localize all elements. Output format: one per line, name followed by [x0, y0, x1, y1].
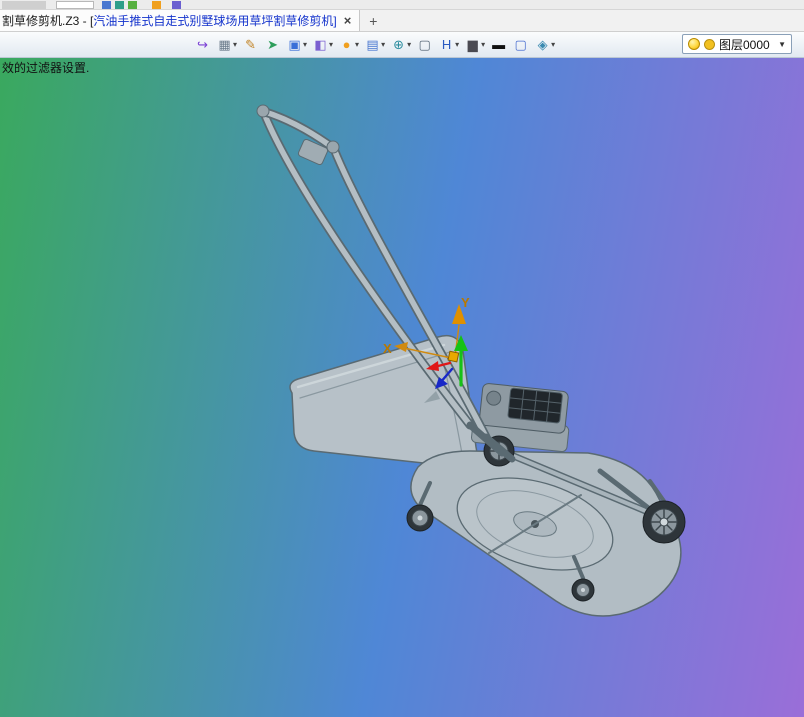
image-capture-icon: ▤	[366, 36, 379, 52]
line-width-icon: ▬	[492, 36, 506, 52]
dropdown-caret-icon[interactable]: ▾	[481, 34, 485, 56]
view-manager-button[interactable]: ▦ ▾	[215, 34, 238, 56]
mower-deck[interactable]	[410, 450, 682, 617]
document-tab[interactable]: 割草修剪机.Z3 - [ 汽油手推式自走式别墅球场用草坪割草修剪机] ×	[0, 10, 361, 31]
view-manager-icon: ▦	[218, 36, 231, 52]
pencil-icon: ✎	[245, 36, 256, 52]
layer-visibility-bulb-icon[interactable]	[688, 38, 700, 50]
triad-origin-handle[interactable]	[447, 350, 460, 363]
window-zoom-button[interactable]: ▢	[415, 34, 434, 56]
dropdown-caret-icon[interactable]: ▾	[303, 34, 307, 56]
status-prompt-text: 效的过滤器设置.	[2, 61, 90, 75]
display-mode-icon: ▆	[467, 36, 478, 52]
text-height-icon: H	[441, 36, 452, 52]
cropped-icon-fragment	[115, 1, 124, 9]
exit-view-button[interactable]: ↪	[193, 34, 212, 56]
cropped-ribbon-row	[0, 0, 804, 10]
tab-close-icon[interactable]: ×	[344, 13, 352, 28]
x-axis-label: X	[383, 341, 392, 356]
cropped-icon-fragment	[172, 1, 181, 9]
text-height-button[interactable]: H ▾	[437, 34, 460, 56]
3d-viewport[interactable]: 效的过滤器设置. X Y	[0, 58, 804, 717]
y-axis-label: Y	[461, 295, 470, 310]
layer-controls: 图层0000 ▼	[682, 34, 792, 54]
layer-color-icon	[704, 38, 715, 50]
document-tab-bar: 割草修剪机.Z3 - [ 汽油手推式自走式别墅球场用草坪割草修剪机] × +	[0, 10, 804, 32]
cropped-icon-fragment	[152, 1, 161, 9]
color-wheel-icon: ●	[342, 36, 351, 52]
shaded-cube-icon: ▣	[288, 36, 301, 52]
layers-button[interactable]: ◈ ▾	[533, 34, 556, 56]
wheel-right	[642, 500, 686, 544]
cropped-icon-fragment	[102, 1, 111, 9]
dropdown-caret-icon[interactable]: ▾	[329, 34, 333, 56]
fly-through-icon: ➤	[267, 36, 278, 52]
toolbar-icons: ↪ ▦ ▾ ✎ ➤ ▣ ▾ ◧ ▾ ● ▾ ▤ ▾ ⊕ ▾ ▢ H ▾ ▆ ▾ ▬ ▢ ◈ ▾	[0, 34, 556, 56]
exit-view-icon: ↪	[197, 36, 208, 52]
cropped-icon-fragment	[128, 1, 137, 9]
dropdown-caret-icon[interactable]: ▾	[455, 34, 459, 56]
tab-title-filename: 割草修剪机.Z3 - [	[2, 14, 94, 28]
dropdown-caret-icon[interactable]: ▾	[551, 34, 555, 56]
display-mode-button[interactable]: ▆ ▾	[463, 34, 486, 56]
lawn-mower-model[interactable]: X Y	[0, 58, 804, 717]
color-wheel-button[interactable]: ● ▾	[337, 34, 360, 56]
orient-compass-icon: ⊕	[393, 36, 405, 52]
render-mode-icon: ◧	[314, 36, 327, 52]
tab-title-part: 汽油手推式自走式别墅球场用草坪割草修剪机]	[93, 14, 337, 28]
shaded-cube-button[interactable]: ▣ ▾	[285, 34, 308, 56]
fly-through-button[interactable]: ➤	[263, 34, 282, 56]
image-capture-button[interactable]: ▤ ▾	[363, 34, 386, 56]
layer-combo-value: 图层0000	[719, 37, 770, 52]
window-zoom-icon: ▢	[418, 36, 431, 52]
layers-icon: ◈	[537, 36, 548, 52]
dropdown-caret-icon[interactable]: ▾	[355, 34, 359, 56]
new-tab-button[interactable]: +	[360, 10, 386, 31]
pencil-button[interactable]: ✎	[241, 34, 260, 56]
background-button[interactable]: ▢	[511, 34, 530, 56]
render-mode-button[interactable]: ◧ ▾	[311, 34, 334, 56]
wheel-rear	[571, 578, 595, 602]
line-width-button[interactable]: ▬	[489, 34, 508, 56]
cad-window: 割草修剪机.Z3 - [ 汽油手推式自走式别墅球场用草坪割草修剪机] × + ↪…	[0, 0, 804, 717]
cropped-icon-fragment	[2, 1, 46, 9]
background-icon: ▢	[514, 36, 527, 52]
view-toolbar: ↪ ▦ ▾ ✎ ➤ ▣ ▾ ◧ ▾ ● ▾ ▤ ▾ ⊕ ▾ ▢ H ▾ ▆ ▾ ▬ ▢ ◈ ▾ 图层0000 ▼	[0, 32, 804, 58]
layer-combo[interactable]: 图层0000 ▼	[682, 34, 792, 54]
dropdown-caret-icon[interactable]: ▾	[407, 34, 411, 56]
cropped-field-fragment	[56, 1, 94, 9]
orient-compass-button[interactable]: ⊕ ▾	[389, 34, 412, 56]
dropdown-caret-icon[interactable]: ▾	[233, 34, 237, 56]
dropdown-caret-icon[interactable]: ▾	[381, 34, 385, 56]
combo-caret-icon[interactable]: ▼	[778, 40, 786, 49]
wheel-front-left	[406, 504, 434, 532]
